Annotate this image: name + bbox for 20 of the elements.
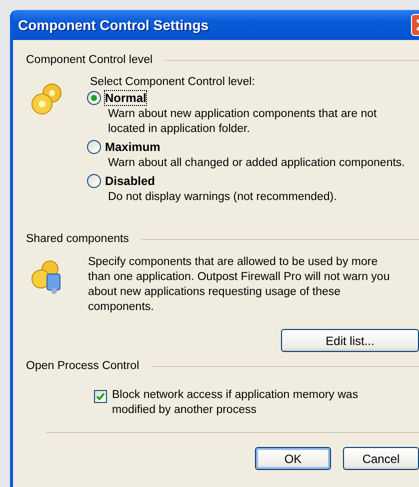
radio-button[interactable] <box>87 174 101 188</box>
window-title: Component Control Settings <box>18 17 209 33</box>
radio-button[interactable] <box>87 140 101 154</box>
checkbox-label[interactable]: Block network access if application memory was modified by another process <box>112 388 372 418</box>
section-heading: Component Control level <box>26 54 153 66</box>
section-heading: Shared components <box>26 233 129 245</box>
edit-list-button[interactable]: Edit list... <box>281 329 419 352</box>
option-label[interactable]: Disabled <box>105 174 156 188</box>
option-label[interactable]: Maximum <box>105 140 160 154</box>
ok-button[interactable]: OK <box>255 447 331 470</box>
option-description: Do not display warnings (not recommended). <box>108 190 338 205</box>
checkbox[interactable] <box>94 390 107 403</box>
radio-button[interactable] <box>87 91 101 105</box>
option-description: Warn about all changed or added application components. <box>108 156 406 171</box>
section-heading: Open Process Control <box>26 360 140 372</box>
shared-description: Specify components that are allowed to be used by more than one application. Outpost Firewall Pro will not warn you about new applications requesting usage of these components. <box>87 255 391 315</box>
prompt-text: Select Component Control level: <box>90 76 256 88</box>
option-label[interactable]: Normal <box>105 91 146 105</box>
option-description: Warn about new application components that are not located in application folder. <box>108 107 378 137</box>
cancel-button[interactable]: Cancel <box>343 447 419 470</box>
